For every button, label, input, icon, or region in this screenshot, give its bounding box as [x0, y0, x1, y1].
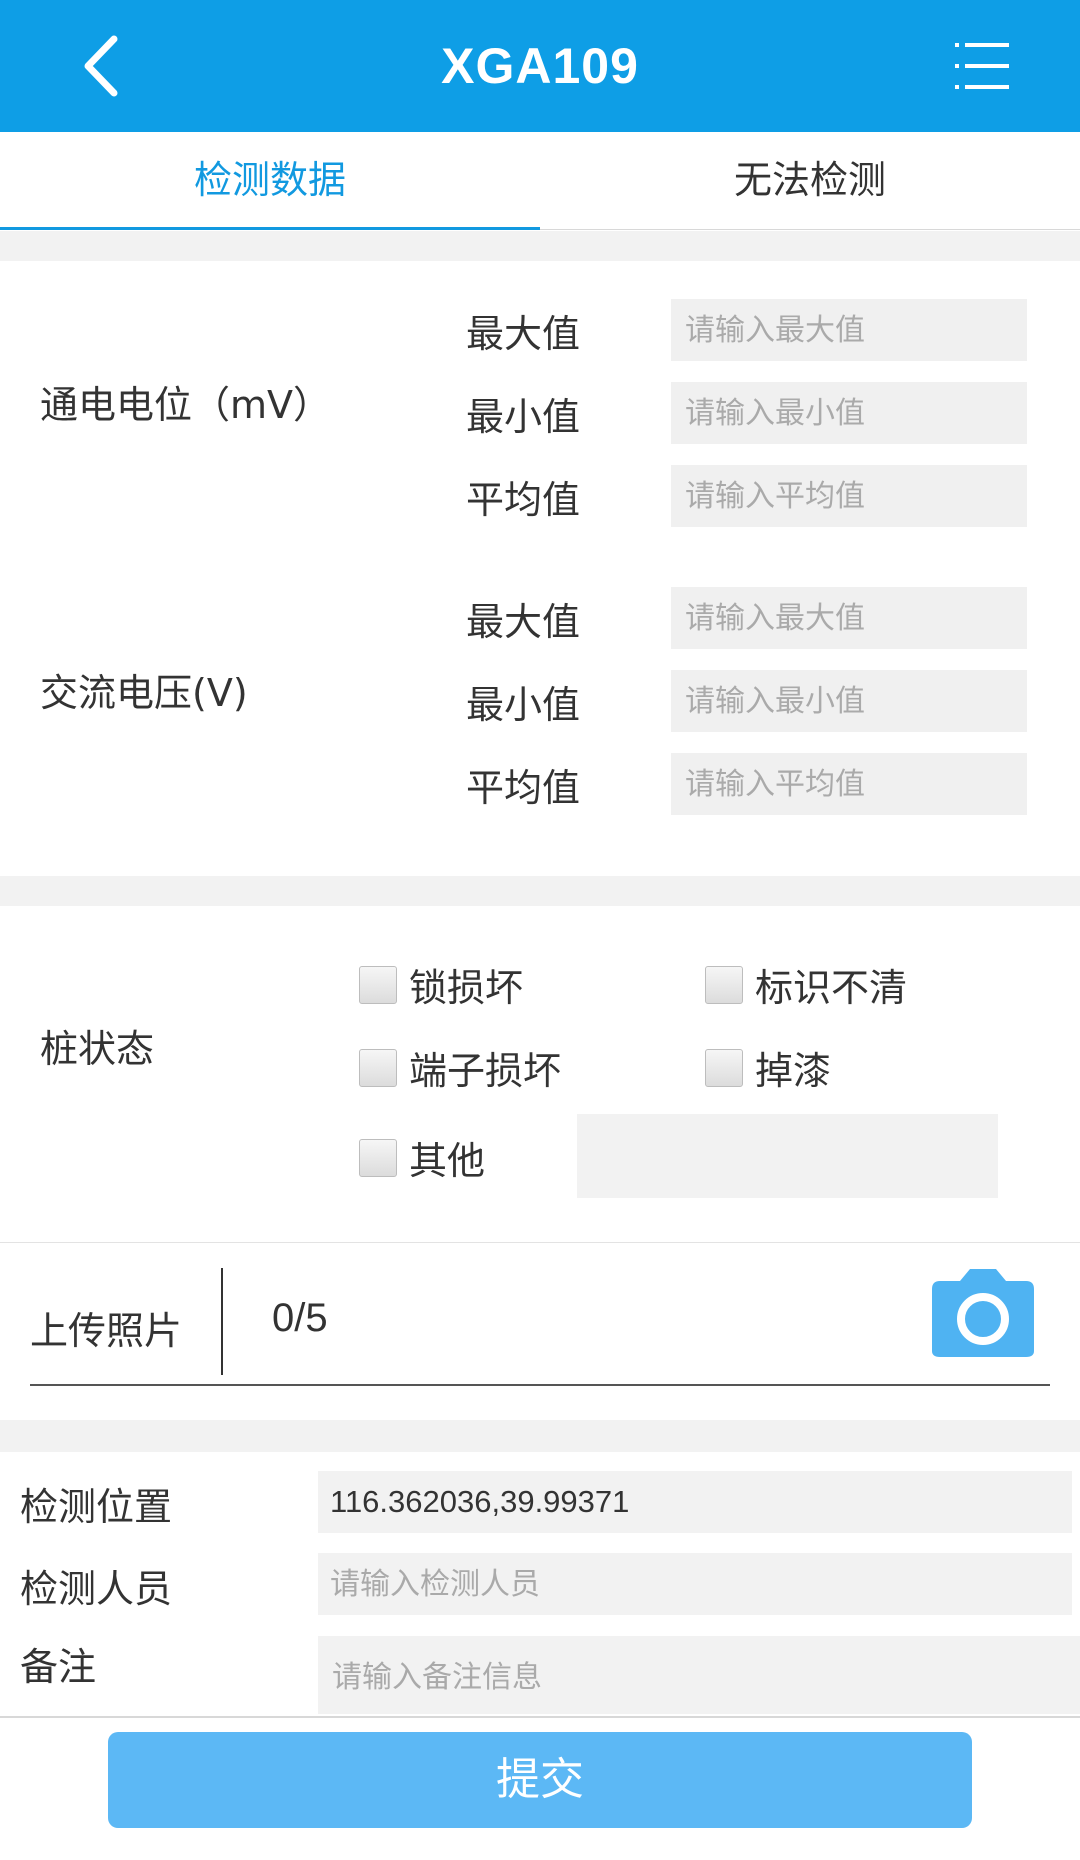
menu-button[interactable] [955, 40, 1011, 92]
back-button[interactable] [70, 30, 130, 102]
photo-count: 0/5 [272, 1296, 328, 1340]
power-on-avg-label: 平均值 [466, 478, 581, 522]
page-title: XGA109 [441, 38, 639, 94]
other-status-input[interactable] [577, 1114, 998, 1198]
power-on-avg-input[interactable] [671, 465, 1027, 527]
checkbox-terminal-damaged[interactable]: 端子损坏 [359, 1040, 561, 1095]
remark-input[interactable] [318, 1636, 1080, 1714]
remark-label: 备注 [20, 1645, 97, 1689]
checkbox-paint-peeling[interactable]: 掉漆 [705, 1040, 831, 1095]
section-gap [0, 1420, 1080, 1452]
checkbox-label: 标识不清 [755, 966, 908, 1010]
checkbox-box[interactable] [705, 965, 743, 1004]
app-header: XGA109 [0, 0, 1080, 132]
power-on-min-input[interactable] [671, 382, 1027, 444]
checkbox-lock-damaged[interactable]: 锁损坏 [359, 957, 523, 1012]
power-on-max-label: 最大值 [466, 312, 581, 356]
location-input[interactable] [318, 1471, 1072, 1533]
ac-avg-label: 平均值 [466, 766, 581, 810]
checkbox-label: 掉漆 [755, 1049, 832, 1093]
section-gap [0, 231, 1080, 261]
tab-unable-to-detect[interactable]: 无法检测 [540, 132, 1080, 229]
checkbox-sign-unclear[interactable]: 标识不清 [705, 957, 907, 1012]
camera-icon [932, 1269, 1034, 1357]
divider [0, 1242, 1080, 1243]
section-gap [0, 876, 1080, 906]
ac-max-label: 最大值 [466, 600, 581, 644]
ac-min-label: 最小值 [466, 683, 581, 727]
checkbox-label: 其他 [409, 1139, 486, 1183]
location-label: 检测位置 [20, 1485, 173, 1529]
checkbox-label: 锁损坏 [409, 966, 524, 1010]
ac-avg-input[interactable] [671, 753, 1027, 815]
checkbox-box[interactable] [359, 1048, 397, 1087]
checkbox-box[interactable] [359, 965, 397, 1004]
divider [0, 1716, 1080, 1718]
upload-photo-label: 上传照片 [30, 1309, 183, 1353]
upload-separator [221, 1268, 223, 1375]
checkbox-other[interactable]: 其他 [359, 1130, 485, 1185]
checkbox-box[interactable] [359, 1138, 397, 1177]
chevron-left-icon [84, 35, 118, 97]
camera-button[interactable] [930, 1267, 1036, 1359]
tab-bar: 检测数据 无法检测 [0, 132, 1080, 230]
power-on-potential-label: 通电电位（mV） [40, 383, 332, 427]
upload-underline [30, 1384, 1050, 1386]
ac-voltage-label: 交流电压(V) [40, 671, 248, 715]
list-menu-icon [955, 43, 1009, 89]
pile-status-label: 桩状态 [40, 1027, 155, 1071]
tab-detection-data[interactable]: 检测数据 [0, 132, 540, 230]
checkbox-box[interactable] [705, 1048, 743, 1087]
ac-min-input[interactable] [671, 670, 1027, 732]
inspector-label: 检测人员 [20, 1567, 173, 1611]
submit-button[interactable]: 提交 [108, 1732, 972, 1828]
power-on-max-input[interactable] [671, 299, 1027, 361]
power-on-min-label: 最小值 [466, 395, 581, 439]
inspector-input[interactable] [318, 1553, 1072, 1615]
checkbox-label: 端子损坏 [409, 1049, 562, 1093]
ac-max-input[interactable] [671, 587, 1027, 649]
